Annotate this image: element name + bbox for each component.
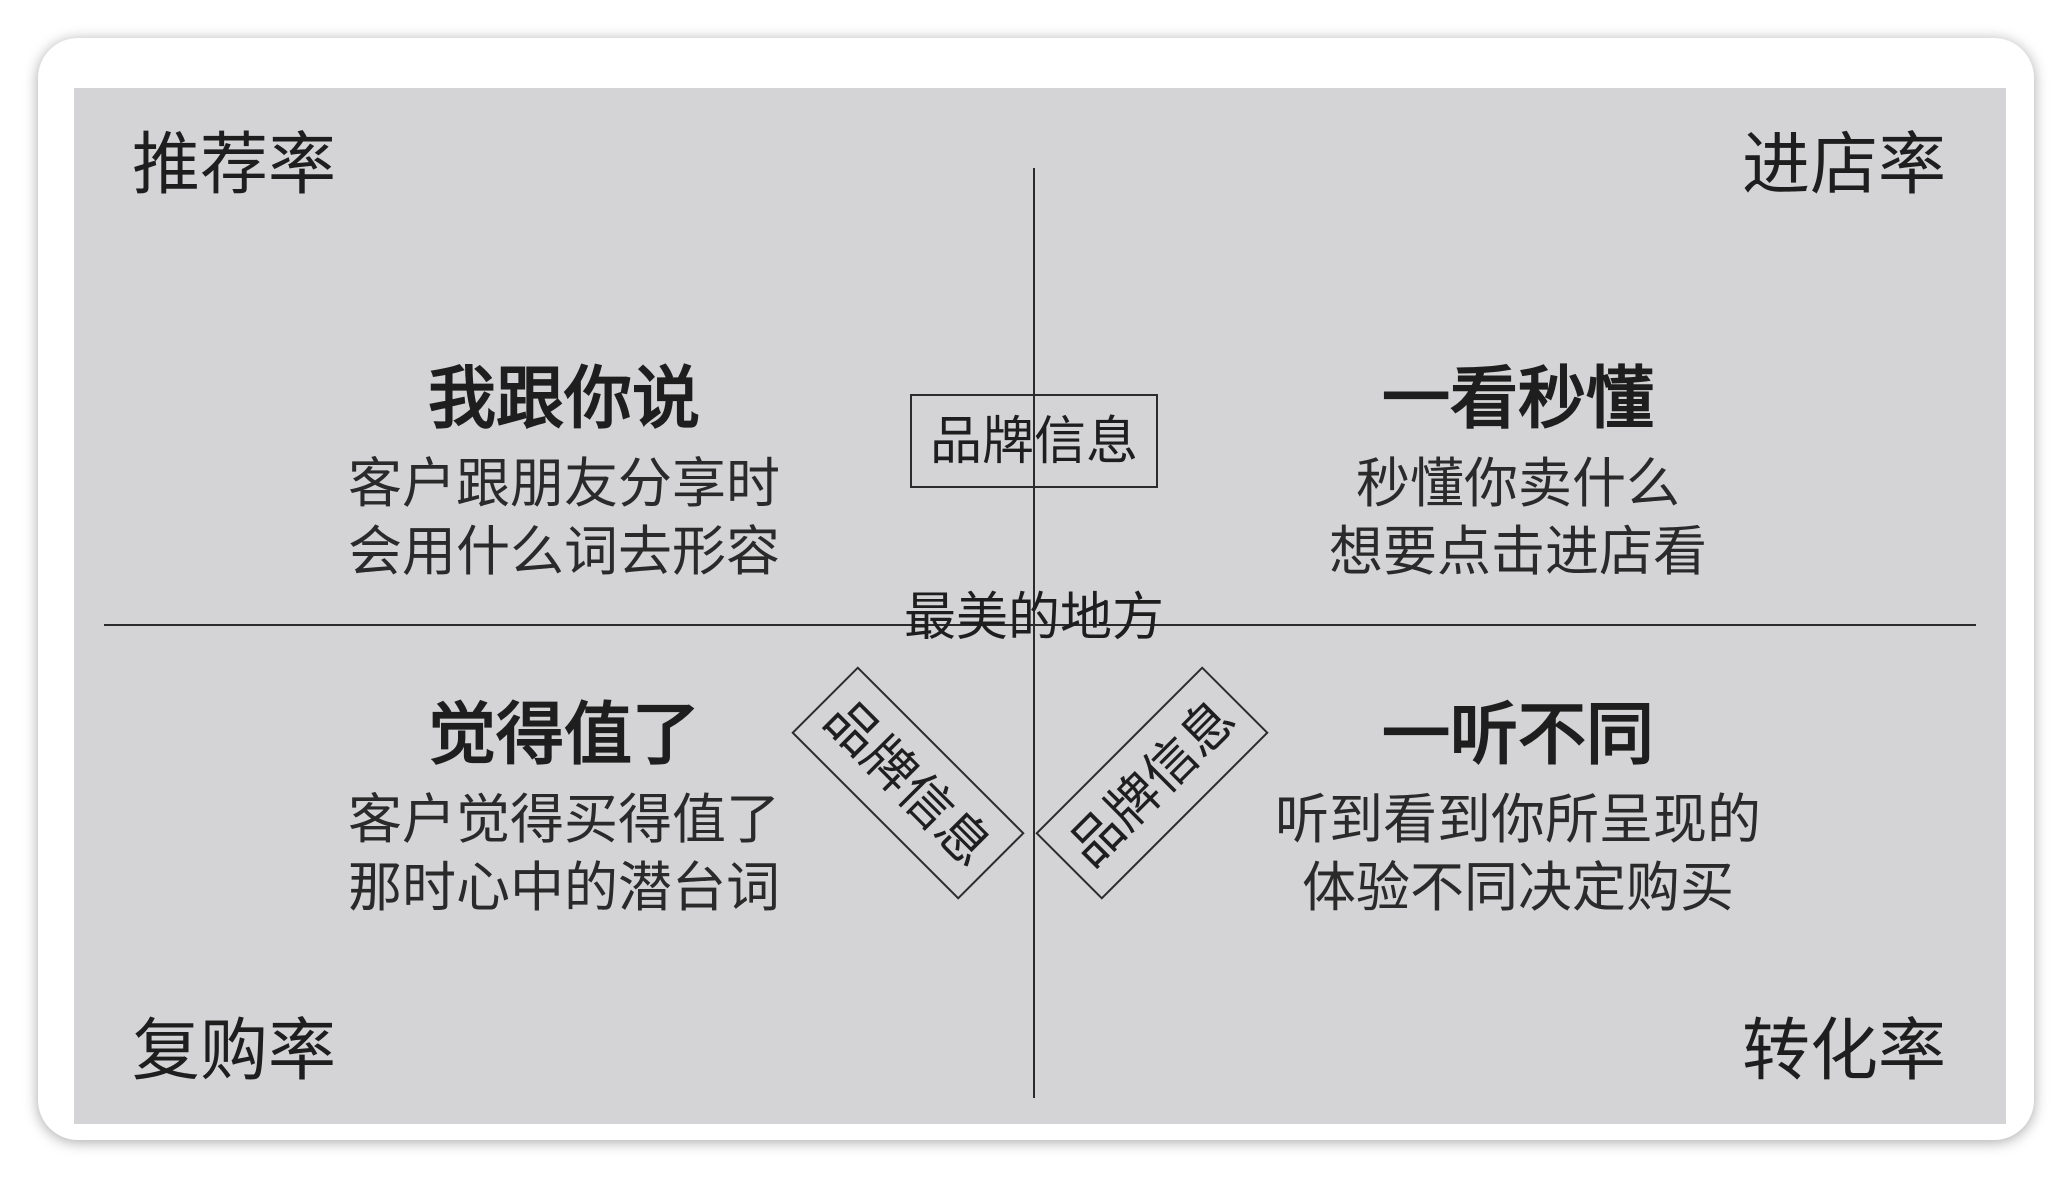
quadrant-text-line: 听到看到你所呈现的 bbox=[1275, 788, 1761, 851]
corner-label-visit-rate: 进店率 bbox=[1741, 126, 1946, 205]
quadrant-text-line: 客户觉得买得值了 bbox=[348, 788, 780, 851]
quadrant-bottom-right: 一听不同 听到看到你所呈现的 体验不同决定购买 bbox=[1168, 702, 1868, 922]
quadrant-title: 一听不同 bbox=[1381, 696, 1654, 775]
quadrant-text-line: 想要点击进店看 bbox=[1329, 520, 1707, 583]
corner-label-repurchase-rate: 复购率 bbox=[132, 1012, 337, 1091]
corner-label-recommend-rate: 推荐率 bbox=[132, 126, 337, 205]
quadrant-text-line: 体验不同决定购买 bbox=[1302, 856, 1734, 919]
quadrant-top-right: 一看秒懂 秒懂你卖什么 想要点击进店看 bbox=[1168, 366, 1868, 586]
quadrant-title: 我跟你说 bbox=[427, 360, 700, 439]
brand-info-box-top: 品牌信息 bbox=[910, 394, 1158, 488]
quadrant-top-left: 我跟你说 客户跟朋友分享时 会用什么词去形容 bbox=[214, 366, 914, 586]
quadrant-text-line: 会用什么词去形容 bbox=[348, 520, 780, 583]
quadrant-text-line: 那时心中的潜台词 bbox=[348, 856, 780, 919]
quadrant-title: 一看秒懂 bbox=[1381, 360, 1654, 439]
quadrant-text-line: 秒懂你卖什么 bbox=[1356, 452, 1680, 515]
center-label: 最美的地方 bbox=[903, 588, 1164, 648]
corner-label-conversion-rate: 转化率 bbox=[1741, 1012, 1946, 1091]
quadrant-text-line: 客户跟朋友分享时 bbox=[348, 452, 780, 515]
